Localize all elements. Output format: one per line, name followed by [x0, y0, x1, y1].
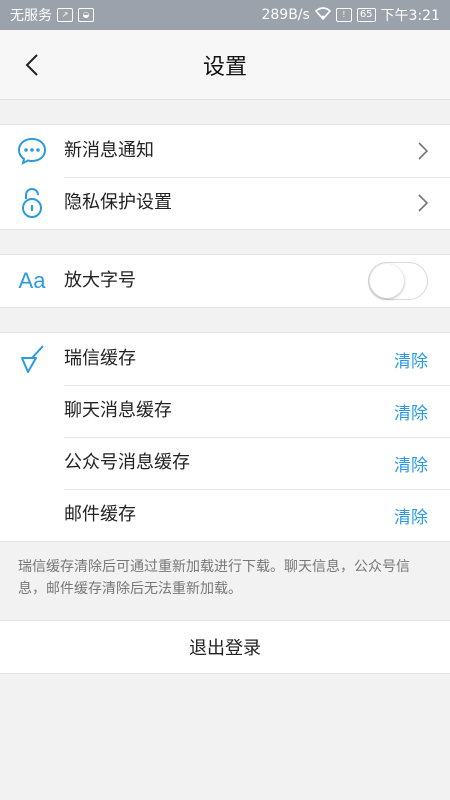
- back-button[interactable]: [18, 50, 46, 80]
- battery-level: 65: [356, 8, 376, 22]
- font-size-item: Aa 放大字号: [0, 255, 450, 307]
- photo-icon: ◒: [78, 8, 94, 22]
- cache-item-ruixin: 瑞信缓存 清除: [0, 333, 450, 386]
- clear-button[interactable]: 清除: [394, 451, 428, 476]
- chevron-left-icon: [25, 54, 38, 76]
- new-message-notification-item[interactable]: 新消息通知: [0, 125, 450, 178]
- privacy-settings-item[interactable]: 隐私保护设置: [0, 177, 450, 229]
- toggle-knob: [370, 264, 404, 298]
- cache-item-label: 邮件缓存: [64, 504, 136, 525]
- new-message-notification-label: 新消息通知: [64, 125, 450, 178]
- notification-group: 新消息通知 隐私保护设置: [0, 124, 450, 230]
- chat-bubble-icon: [0, 125, 64, 177]
- privacy-settings-label: 隐私保护设置: [64, 192, 172, 213]
- font-size-toggle[interactable]: [368, 262, 428, 300]
- status-bar: 无服务 ↗ ◒ 289B/s ! 65 下午3:21: [0, 0, 450, 30]
- wifi-icon: [314, 6, 331, 24]
- header: 设置: [0, 30, 450, 100]
- cache-group: 瑞信缓存 清除 聊天消息缓存 清除 公众号消息缓存 清除 邮件缓存 清除: [0, 332, 450, 542]
- logout-button[interactable]: 退出登录: [0, 620, 450, 674]
- network-speed: 289B/s: [261, 7, 310, 23]
- cache-item-mail: 邮件缓存 清除: [0, 489, 450, 541]
- cache-item-label: 瑞信缓存: [64, 333, 450, 386]
- page-title: 设置: [202, 54, 247, 80]
- cache-note: 瑞信缓存清除后可通过重新加载进行下载。聊天信息，公众号信息，邮件缓存清除后无法重…: [18, 559, 410, 597]
- signal-chart-icon: ↗: [57, 8, 73, 22]
- font-size-group: Aa 放大字号: [0, 254, 450, 308]
- broom-icon: [0, 333, 64, 385]
- font-size-icon: Aa: [18, 268, 46, 293]
- chevron-right-icon: [418, 177, 428, 229]
- chevron-right-icon: [418, 125, 428, 177]
- cache-item-official-account: 公众号消息缓存 清除: [0, 437, 450, 490]
- sim-alert-icon: !: [335, 8, 352, 22]
- carrier-text: 无服务: [10, 8, 52, 24]
- cache-item-label: 公众号消息缓存: [64, 437, 450, 490]
- clear-button[interactable]: 清除: [394, 399, 428, 424]
- clear-button[interactable]: 清除: [394, 503, 428, 528]
- clear-button[interactable]: 清除: [394, 347, 428, 372]
- cache-item-chat: 聊天消息缓存 清除: [0, 385, 450, 438]
- cache-item-label: 聊天消息缓存: [64, 385, 450, 438]
- lock-icon: [0, 177, 64, 229]
- clock: 下午3:21: [380, 8, 440, 24]
